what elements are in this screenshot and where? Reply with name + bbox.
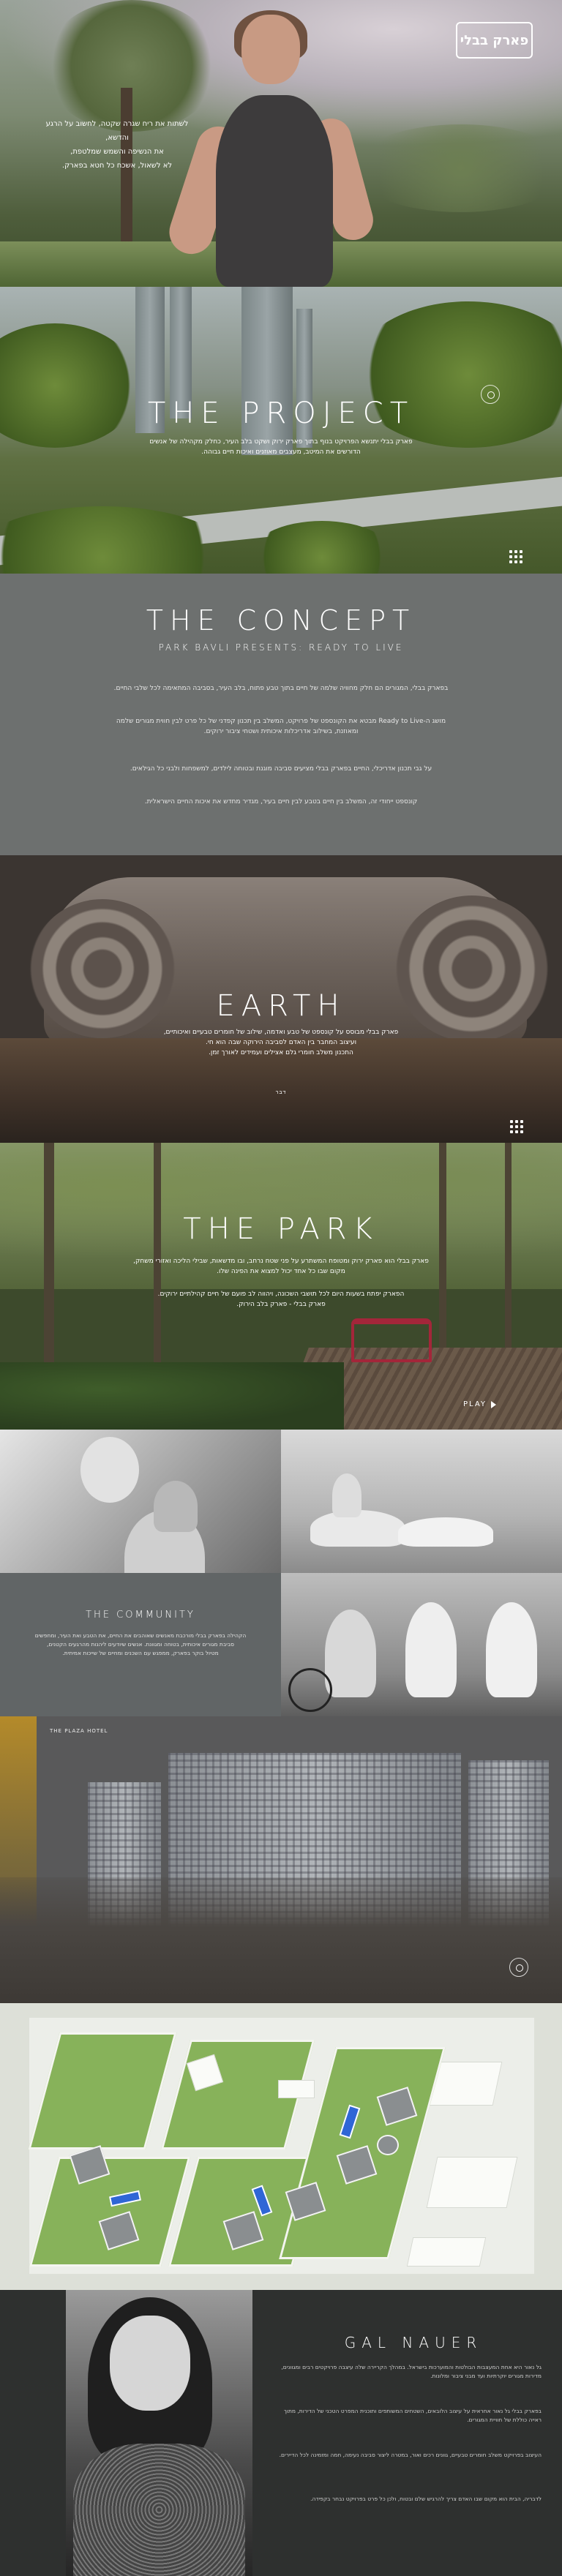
designer-paragraph: לדבריה, הבית הוא מקום שבו האדם צריך להרג… [310,2496,542,2502]
site-map [0,2003,562,2290]
concept-paragraph: קונספט ייחודי זה, המשלב בין חיים בטבע לב… [144,798,418,806]
park-title: THE PARK [183,1212,379,1246]
concept-subtitle: PARK BAVLI PRESENTS: READY TO LIVE [158,642,404,653]
building-roof [377,2135,399,2155]
project-photo [0,287,562,574]
plaza-circle-button[interactable] [509,1958,528,1977]
community-text: הקהילה בפארק בבלי מורכבת מאנשים שאוהבים … [34,1632,247,1656]
community-text-block: THE COMMUNITY הקהילה בפארק בבלי מורכבת מ… [0,1573,281,1716]
park-photo [0,1143,562,1430]
concept-paragraph: בפארק בבלי, המגורים הם חלק מחוויה שלמה ש… [113,685,449,692]
concept-section: THE CONCEPT PARK BAVLI PRESENTS: READY T… [0,574,562,855]
concept-paragraph: על גבי תכנון אדריכלי, החיים בפארק בבלי מ… [130,765,432,773]
play-label: PLAY [462,1400,487,1408]
park-text: פארק בבלי הוא פארק ירוק ומטופח המשתרע על… [133,1258,429,1275]
plaza-section: THE PLAZA HOTEL [0,1716,562,2003]
plaza-label: THE PLAZA HOTEL [50,1728,108,1734]
designer-portrait [66,2290,252,2576]
play-button[interactable]: PLAY [463,1400,496,1408]
park-text-2: הפארק יפתח בשעות היום לכל תושבי השכונה, … [157,1291,405,1308]
designer-section: GAL NAUER גל נאור היא אחת המעצבות הבולטו… [0,2290,562,2576]
concept-title: THE CONCEPT [146,604,416,637]
hero-tagline: לשתות את ריח שגרה שקטה, לחשוב על הרגע וה… [45,120,189,170]
project-title: THE PROJECT [147,397,415,430]
designer-paragraph: העיצוב בפרויקט משלב חומרים טבעיים, גווני… [279,2452,542,2458]
designer-paragraph: גל נאור היא אחת המעצבות הבולטות והמוערכו… [281,2364,542,2379]
earth-caption: דבר [275,1089,287,1095]
earth-section: EARTH פארק בבלי מבוסס על קונספט של טבע ו… [0,855,562,1143]
plaza-photo [0,1716,562,2003]
project-text: פארק בבלי יתנשא הפרויקט בנוף בתוך פארק י… [149,438,413,456]
grid-menu-icon[interactable] [510,1120,523,1133]
family-photo [0,1430,281,1573]
community-title: THE COMMUNITY [86,1610,195,1621]
play-icon [491,1400,496,1408]
earth-title: EARTH [216,989,346,1023]
earth-text: פארק בבלי מבוסס על קונספט של טבע ואדמה, … [163,1029,399,1056]
designer-name: GAL NAUER [344,2334,483,2351]
red-bench [351,1318,432,1362]
cyclists-photo [281,1573,562,1716]
logo[interactable]: פארק בבלי [456,22,533,59]
project-section: THE PROJECT פארק בבלי יתנשא הפרויקט בנוף… [0,287,562,574]
grass-photo [281,1430,562,1573]
runner-figure [163,10,378,287]
designer-paragraph: בפארק בבלי גל נאור אחראית על עיצוב הלובא… [283,2408,542,2423]
project-circle-button[interactable] [481,385,500,404]
grid-menu-icon[interactable] [509,550,522,563]
hero-section: פארק בבלי לשתות את ריח שגרה שקטה, לחשוב … [0,0,562,287]
concept-paragraph: מושג ה-Ready to Live מבטא את הקונספט של … [116,718,446,735]
community-section: THE COMMUNITY הקהילה בפארק בבלי מורכבת מ… [0,1430,562,1716]
park-section: THE PARK פארק בבלי הוא פארק ירוק ומטופח … [0,1143,562,1430]
